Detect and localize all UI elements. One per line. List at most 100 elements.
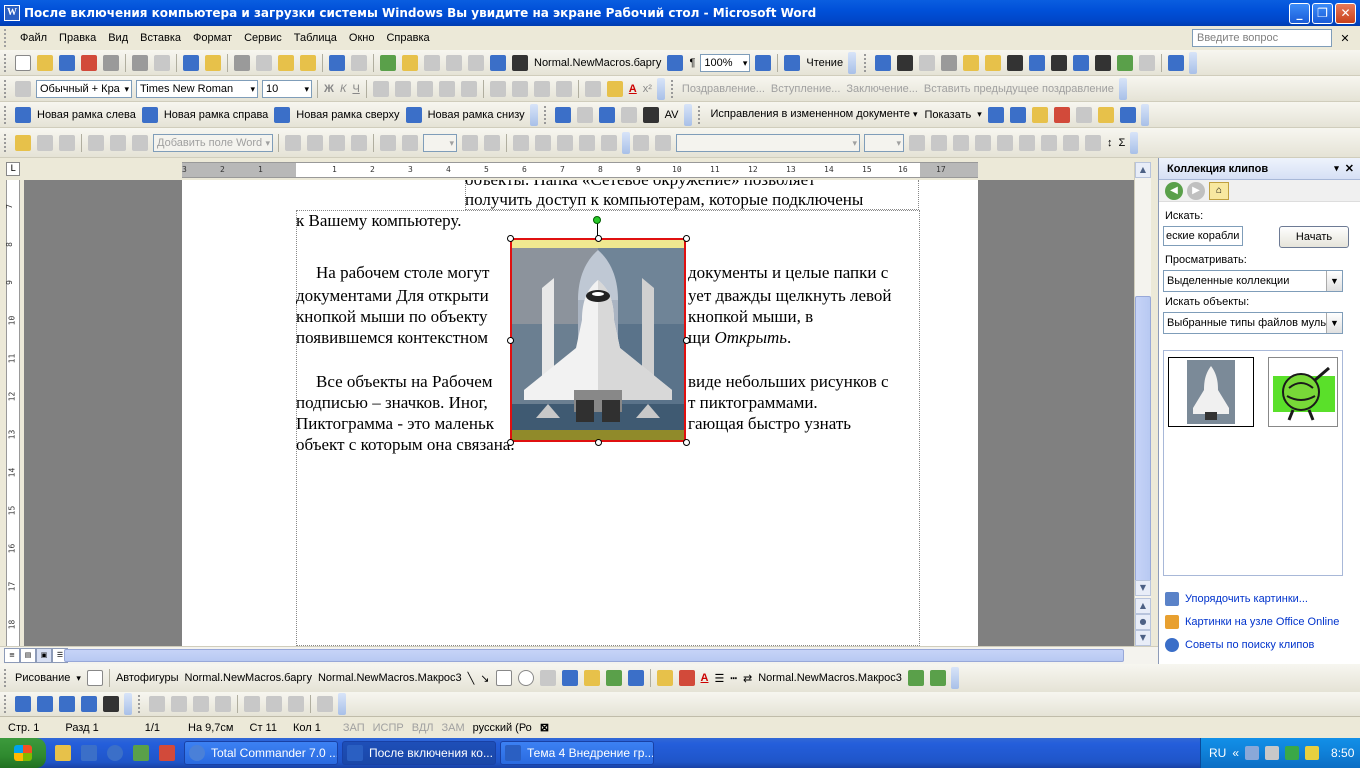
border-color-icon[interactable] [931,134,947,151]
paste-icon[interactable] [278,54,294,71]
insert-wordart-icon[interactable] [149,696,165,712]
status-overtype[interactable]: ЗАМ [437,722,468,734]
vertical-scrollbar[interactable]: ▲ ▼ ▲ ● ▼ [1134,162,1151,646]
font-size-select[interactable]: 10 [262,79,312,98]
email-icon[interactable] [103,54,119,71]
clip-result-shuttle[interactable] [1168,357,1254,427]
tray-expand-icon[interactable]: « [1232,746,1239,760]
comment-icon[interactable] [576,106,593,123]
tab-selector[interactable]: L [6,162,20,176]
document-map-icon[interactable] [667,54,684,71]
doc-line[interactable]: На рабочем столе могут [316,263,489,284]
resize-handle-nw[interactable] [507,235,514,242]
new-document-icon[interactable] [15,54,31,71]
save-icon[interactable] [59,54,75,71]
more-contrast-icon[interactable] [919,54,936,71]
frames-grip[interactable] [4,105,8,124]
reading-mode-icon[interactable] [784,54,801,71]
tables-options-icon[interactable] [1130,131,1139,154]
highlight-fields-icon[interactable] [307,134,323,151]
recipients-icon[interactable] [59,134,75,151]
greeting-button[interactable]: Поздравление... [679,83,768,95]
last-record-icon[interactable] [484,134,500,151]
view-merged-icon[interactable] [285,134,301,151]
menu-help[interactable]: Справка [380,28,435,48]
tray-network-icon[interactable] [1245,746,1260,760]
zoom-select[interactable]: 100% [700,53,751,72]
forms-icon[interactable] [633,134,649,151]
status-language[interactable]: русский (Ро [469,722,536,734]
first-record-icon[interactable] [380,134,396,151]
shading-icon[interactable] [953,134,969,151]
new-frame-right-button[interactable]: Новая рамка справа [161,109,271,121]
select-objects-icon[interactable] [86,670,103,686]
drawing-toggle-icon[interactable] [490,54,506,71]
help-question-input[interactable]: Введите вопрос [1192,29,1332,47]
quick-launch-powerpoint-icon[interactable] [159,745,175,761]
resize-handle-s[interactable] [595,439,602,446]
task-pane-menu-icon[interactable]: ▾ [1334,163,1339,174]
research-icon[interactable] [205,54,221,71]
previous-page-button[interactable]: ▲ [1135,598,1151,614]
justify-icon[interactable] [438,80,455,97]
menu-insert[interactable]: Вставка [134,28,187,48]
task-pane-close-icon[interactable]: ✕ [1345,162,1354,175]
line-color-icon[interactable] [909,134,925,151]
wordart-gallery-icon[interactable] [193,696,209,712]
open-folder-icon[interactable] [37,54,53,71]
propagate-labels-icon[interactable] [351,134,367,151]
decrease-indent-icon[interactable] [533,80,550,97]
accept-change-icon[interactable] [1031,106,1048,123]
search-go-button[interactable]: Начать [1279,226,1349,248]
home-icon[interactable]: ⌂ [1209,181,1229,200]
borders-icon[interactable] [584,80,601,97]
space-shuttle-picture[interactable] [510,238,686,442]
letter-toolbar-grip[interactable] [670,79,675,98]
word-app-icon[interactable]: W [4,5,20,21]
spelling-status-icon[interactable]: ⊠ [536,721,553,734]
font-color-icon[interactable]: A [626,83,640,95]
draw-connector-icon[interactable] [15,696,31,712]
resize-handle-w[interactable] [507,337,514,344]
start-button[interactable] [0,738,46,768]
less-contrast-icon[interactable] [941,54,958,71]
merge-to-printer-icon[interactable] [579,134,595,151]
previous-record-icon[interactable] [402,134,418,151]
align-center-icon[interactable] [394,80,411,97]
autoshapes-button[interactable]: Автофигуры [113,672,182,684]
doc-line[interactable]: ует дважды щелкнуть левой [688,286,892,307]
insert-table-icon[interactable] [424,54,440,71]
picture-icon[interactable] [627,670,644,686]
format-painter-icon[interactable] [300,54,316,71]
next-page-button[interactable]: ▼ [1135,630,1151,646]
tray-clock[interactable]: 8:50 [1331,746,1354,760]
autosum-icon[interactable]: Σ [1116,137,1129,149]
wordart-shape-icon[interactable] [244,696,260,712]
show-hide-pilcrow-icon[interactable]: ¶ [686,57,698,69]
line-spacing-icon[interactable] [460,80,477,97]
tracking-grip[interactable] [697,105,702,124]
picture-toolbar-options-icon[interactable] [1189,51,1198,74]
next-change-icon[interactable] [1009,106,1026,123]
delete-frame-icon[interactable] [620,106,637,123]
doc-line[interactable]: кнопкой мыши, в [688,307,813,328]
status-extend[interactable]: ВДЛ [408,722,438,734]
doc-line[interactable]: к Вашему компьютеру. [296,211,462,232]
doc-line[interactable]: Пиктограмма - это маленьк [296,414,494,435]
new-frame-top-button[interactable]: Новая рамка сверху [293,109,402,121]
compress-pictures-icon[interactable] [1073,54,1090,71]
browse-object-button[interactable]: ● [1135,614,1151,630]
format-picture-icon[interactable] [1117,54,1134,71]
doc-line[interactable]: документами Для открыти [296,286,489,307]
rotation-handle[interactable] [593,216,601,224]
underline-icon[interactable]: Ч [349,83,362,95]
align-left-icon[interactable] [372,80,389,97]
document-workspace[interactable]: объекты. Папка «Сетевое окружение» позво… [24,180,1134,646]
highlight-icon[interactable] [606,80,623,97]
distribute-rows-icon[interactable] [1063,134,1079,151]
align-cells-icon[interactable] [1041,134,1057,151]
back-icon[interactable]: ◀ [1165,181,1183,200]
numbering-icon[interactable] [489,80,506,97]
drawing2-grip[interactable] [4,695,8,713]
doc-line[interactable]: виде небольших рисунков с [688,372,889,393]
